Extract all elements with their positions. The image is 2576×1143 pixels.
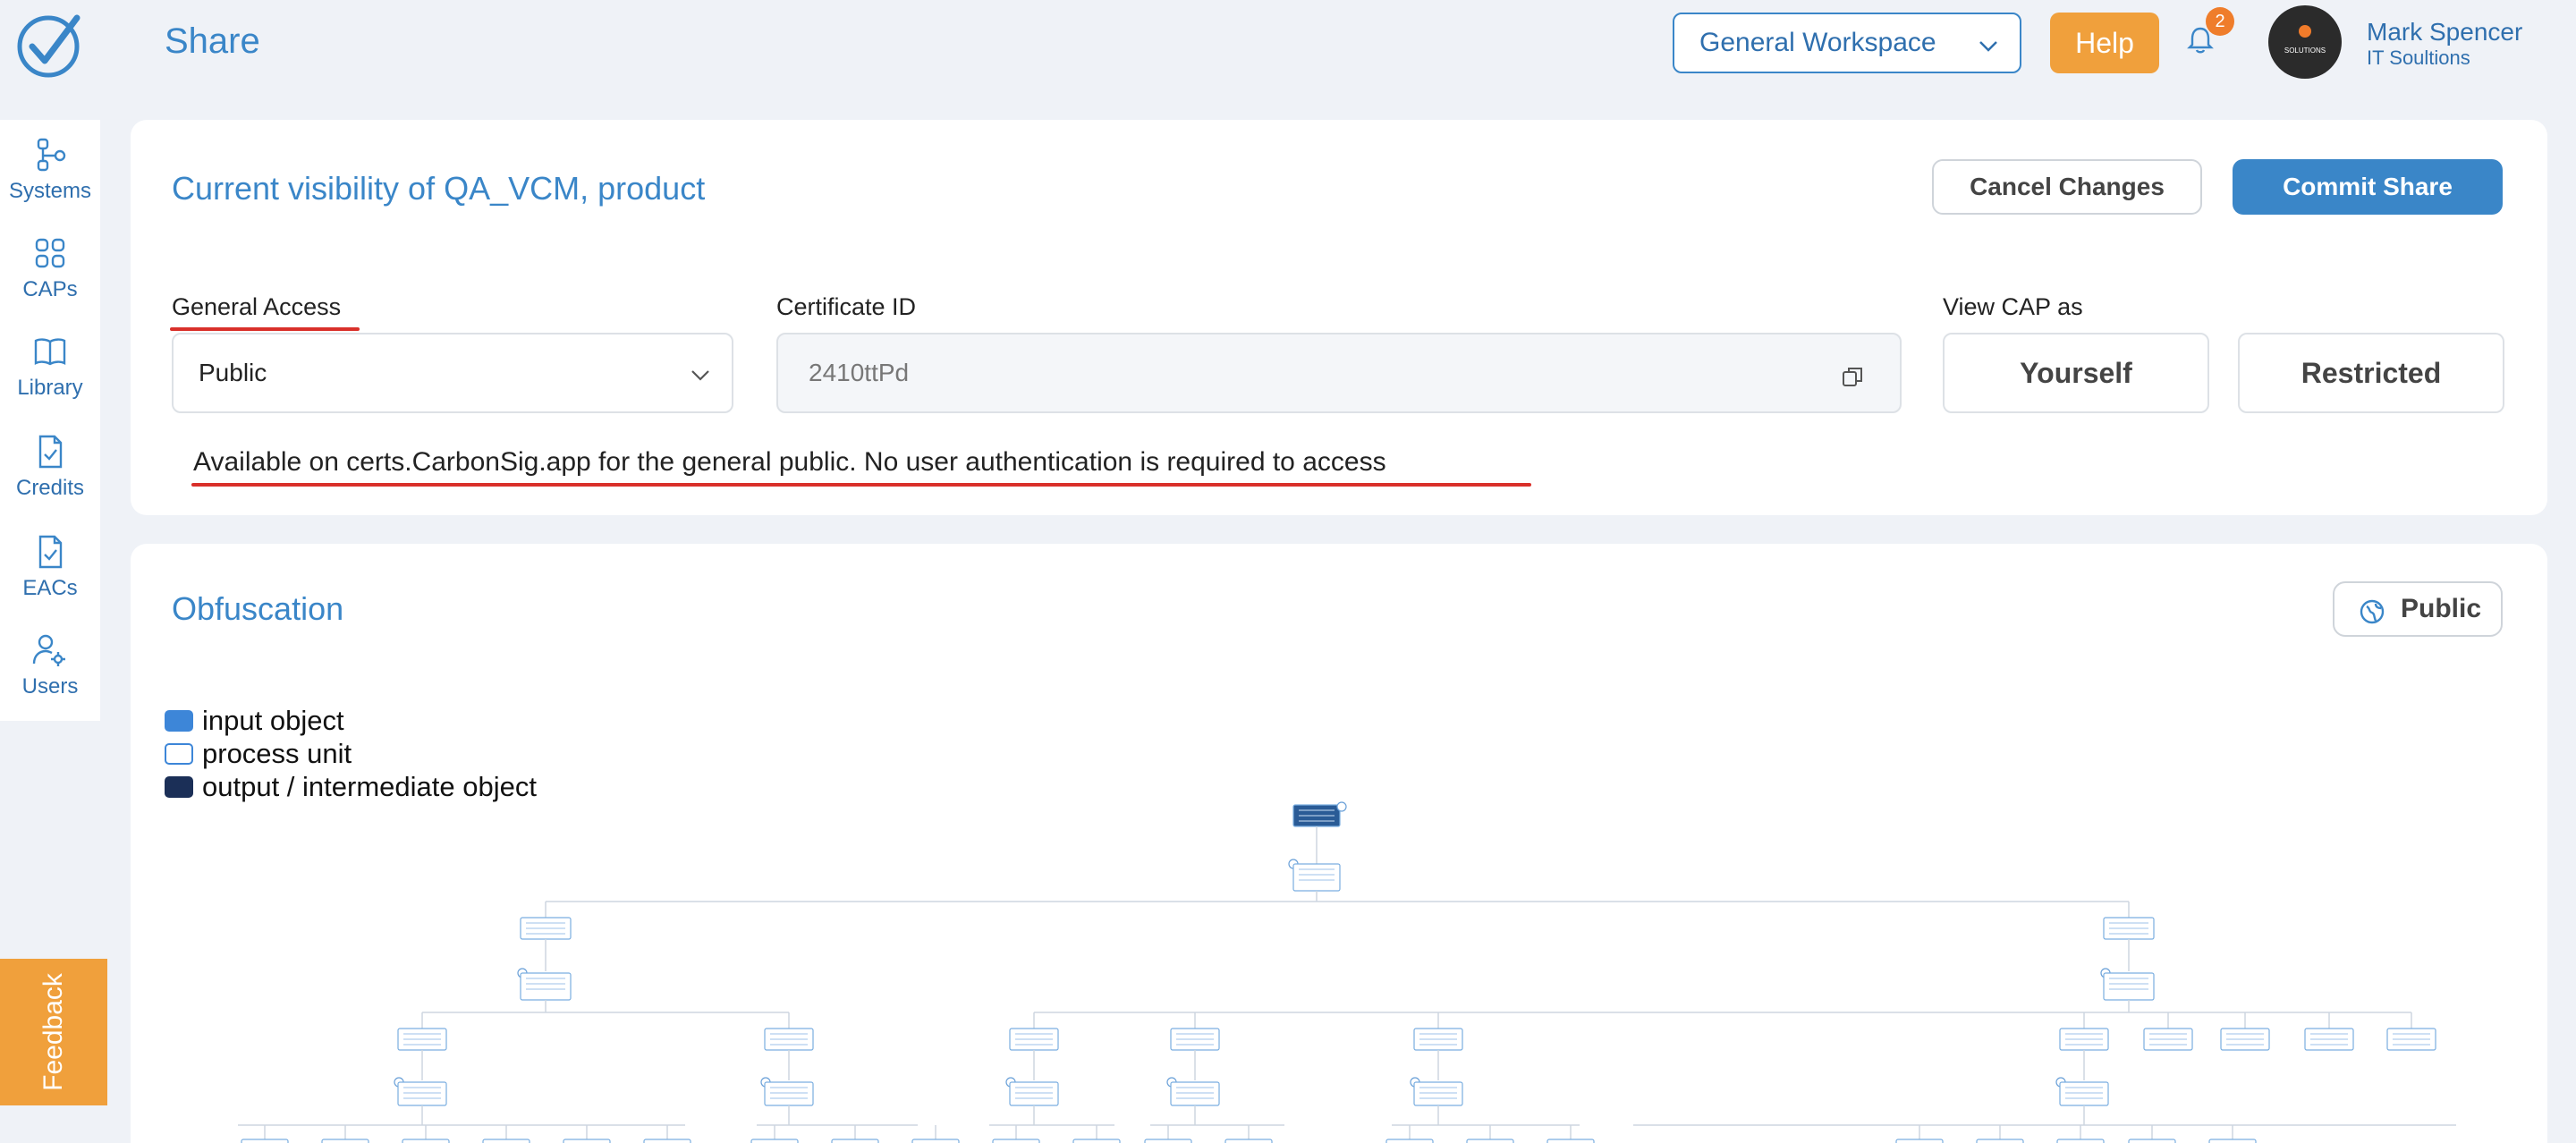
visibility-title: Current visibility of QA_VCM, product xyxy=(172,170,706,207)
copy-icon[interactable] xyxy=(1841,365,1864,388)
tree-process-node xyxy=(1170,1081,1220,1106)
workspace-select-value: General Workspace xyxy=(1699,28,1936,57)
avatar[interactable]: SOLUTIONS xyxy=(2268,5,2342,79)
sidebar-item-label: Users xyxy=(21,674,79,698)
help-button[interactable]: Help xyxy=(2050,13,2159,73)
general-access-value: Public xyxy=(199,359,267,386)
tree-process-node xyxy=(1009,1081,1059,1106)
avatar-logo-mark xyxy=(2299,25,2311,38)
tree-process-node xyxy=(1292,863,1341,892)
sidebar: Systems CAPs Library Credits EACs Users xyxy=(0,120,100,721)
general-access-label: General Access xyxy=(172,293,342,320)
tree-leaf-node xyxy=(1144,1139,1192,1143)
access-note: Available on certs.CarbonSig.app for the… xyxy=(193,447,1386,477)
chevron-down-icon xyxy=(1979,41,1997,52)
file-check-icon xyxy=(38,435,63,469)
sidebar-item-label: Library xyxy=(17,376,83,400)
systems-icon xyxy=(37,138,66,172)
tree-leaf-node xyxy=(1976,1139,2024,1143)
file-check-icon xyxy=(38,535,63,569)
top-bar: Share General Workspace Help 2 SOLUTIONS… xyxy=(0,0,2576,97)
obfuscation-card: Obfuscation Public input object process … xyxy=(131,544,2547,1143)
view-as-yourself-button[interactable]: Yourself xyxy=(1943,333,2209,413)
tree-leaf-node xyxy=(911,1139,960,1143)
tree-process-node xyxy=(397,1081,447,1106)
avatar-logo-text: SOLUTIONS xyxy=(2284,47,2326,55)
tree-leaf-node xyxy=(482,1139,530,1143)
tree-leaf-node xyxy=(2128,1139,2176,1143)
tree-process-node xyxy=(1413,1081,1463,1106)
general-access-select[interactable]: Public xyxy=(172,333,733,413)
process-tree-diagram[interactable] xyxy=(131,544,2547,1143)
certificate-id-label: Certificate ID xyxy=(776,293,917,320)
sidebar-item-users[interactable]: Users xyxy=(0,615,100,714)
user-org: IT Soultions xyxy=(2367,47,2470,69)
chevron-down-icon xyxy=(691,370,709,381)
tree-process-node xyxy=(764,1081,814,1106)
tree-leaf-node xyxy=(1224,1139,1273,1143)
grid-icon xyxy=(35,238,65,268)
commit-share-button[interactable]: Commit Share xyxy=(2233,159,2503,215)
tree-leaf-node xyxy=(831,1139,879,1143)
tree-leaf-node xyxy=(321,1139,369,1143)
page-title: Share xyxy=(165,21,260,61)
sidebar-item-label: EACs xyxy=(22,576,78,600)
tree-node-marker-icon xyxy=(1336,801,1347,812)
tree-leaf-node xyxy=(2208,1139,2257,1143)
sidebar-item-label: Credits xyxy=(15,476,85,500)
sidebar-item-systems[interactable]: Systems xyxy=(0,120,100,218)
certificate-id-value: 2410ttPd xyxy=(809,359,910,386)
cancel-changes-button[interactable]: Cancel Changes xyxy=(1932,159,2202,215)
feedback-tab[interactable]: Feedback xyxy=(0,959,107,1105)
access-note-underline xyxy=(191,483,1531,487)
sidebar-item-library[interactable]: Library xyxy=(0,317,100,415)
view-cap-label: View CAP as xyxy=(1943,293,2083,320)
tree-leaf-node xyxy=(1546,1139,1595,1143)
certificate-id-field: 2410ttPd xyxy=(776,333,1902,413)
notification-badge: 2 xyxy=(2206,7,2234,36)
tree-leaf-node xyxy=(402,1139,450,1143)
tree-process-node xyxy=(2059,1081,2109,1106)
tree-leaf-node xyxy=(750,1139,799,1143)
user-name[interactable]: Mark Spencer xyxy=(2367,18,2522,47)
tree-leaf-node xyxy=(563,1139,611,1143)
sidebar-item-eacs[interactable]: EACs xyxy=(0,517,100,615)
users-gear-icon xyxy=(32,634,65,666)
book-icon xyxy=(34,338,66,366)
tree-leaf-node xyxy=(241,1139,289,1143)
visibility-card: Current visibility of QA_VCM, product Ca… xyxy=(131,120,2547,515)
app-logo-icon[interactable] xyxy=(14,9,86,80)
general-access-underline xyxy=(170,327,360,331)
workspace-select[interactable]: General Workspace xyxy=(1673,13,2021,73)
tree-process-node xyxy=(520,972,572,1001)
sidebar-item-label: CAPs xyxy=(22,277,78,301)
tree-leaf-node xyxy=(643,1139,691,1143)
tree-leaf-node xyxy=(1072,1139,1121,1143)
tree-leaf-node xyxy=(1385,1139,1434,1143)
sidebar-item-label: Systems xyxy=(8,179,91,203)
sidebar-item-credits[interactable]: Credits xyxy=(0,417,100,515)
tree-leaf-node xyxy=(1466,1139,1514,1143)
tree-process-node xyxy=(2103,972,2155,1001)
sidebar-item-caps[interactable]: CAPs xyxy=(0,218,100,317)
tree-leaf-node xyxy=(1895,1139,1944,1143)
view-as-restricted-button[interactable]: Restricted xyxy=(2238,333,2504,413)
feedback-label: Feedback xyxy=(38,973,68,1091)
tree-leaf-node xyxy=(992,1139,1040,1143)
tree-leaf-node xyxy=(2056,1139,2105,1143)
